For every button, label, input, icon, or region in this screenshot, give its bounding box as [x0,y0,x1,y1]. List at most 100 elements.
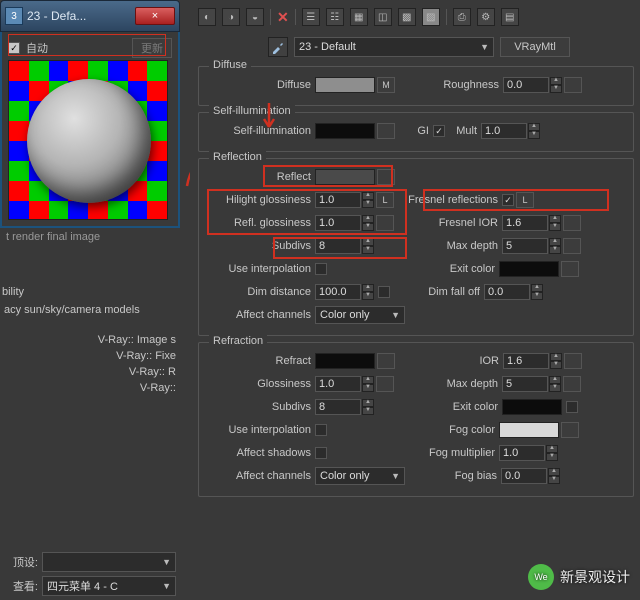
ior-spinner[interactable]: ▲▼ [503,353,562,369]
map-button[interactable] [377,353,395,369]
checker-icon[interactable]: ▨ [422,8,440,26]
map-button[interactable] [561,422,579,438]
use-interp-checkbox[interactable] [315,263,327,275]
window-title: 23 - Defa... [27,9,135,23]
material-preview[interactable] [8,60,168,220]
material-editor-panel: 3 23 - Defa... × ✓ 自动 更新 t render fina [0,0,180,540]
use-interp-label: Use interpolation [207,424,315,436]
glossiness-spinner[interactable]: ▲▼ [315,376,374,392]
list-item[interactable]: V-Ray:: Fixe [0,348,180,364]
window-titlebar[interactable]: 3 23 - Defa... × [0,0,180,32]
list-item[interactable]: V-Ray:: Image s [0,332,180,348]
use-interp-checkbox[interactable] [315,424,327,436]
eyedropper-icon[interactable] [268,37,288,57]
affect-shadows-checkbox[interactable] [315,447,327,459]
dim-falloff-label: Dim fall off [402,286,484,298]
maxdepth-spinner[interactable]: ▲▼ [502,238,561,254]
auto-update-checkbox[interactable]: ✓ [8,42,20,54]
affect-channels-dropdown[interactable]: Color only▼ [315,306,405,324]
map-button[interactable] [377,123,395,139]
selfillum-color[interactable] [315,123,375,139]
mult-label: Mult [445,125,481,137]
tool-icon[interactable]: ▩ [398,8,416,26]
ior-label: IOR [407,355,503,367]
exit-checkbox[interactable] [566,401,578,413]
maxdepth-label: Max depth [406,240,502,252]
view-dropdown[interactable]: 四元菜单 4 - C▼ [42,576,176,596]
subdivs-spinner[interactable]: ▲▼ [315,238,374,254]
refraction-section: Refraction Refract IOR ▲▼ Glossiness ▲▼ … [198,342,634,497]
map-button[interactable] [563,238,581,254]
chevron-down-icon: ▼ [391,310,400,320]
list-item[interactable]: V-Ray:: [0,380,180,396]
gi-checkbox[interactable]: ✓ [433,125,445,137]
chevron-down-icon: ▼ [162,557,171,567]
delete-icon[interactable]: ✕ [277,9,289,26]
subdivs-spinner[interactable]: ▲▼ [315,399,374,415]
reflect-label: Reflect [207,171,315,183]
dim-dist-checkbox[interactable] [378,286,390,298]
roughness-spinner[interactable]: ▲▼ [503,77,562,93]
glossiness-label: Glossiness [207,378,315,390]
refract-color[interactable] [315,353,375,369]
mult-spinner[interactable]: ▲▼ [481,123,540,139]
maxdepth-label: Max depth [406,378,502,390]
diffuse-color[interactable] [315,77,375,93]
preset-dropdown[interactable]: ▼ [42,552,176,572]
rollout-list: bility acy sun/sky/camera models V-Ray::… [0,286,180,396]
roughness-label: Roughness [407,79,503,91]
viewport-controls: 顶设: ▼ 查看: 四元菜单 4 - C▼ [0,548,180,600]
map-button[interactable] [564,77,582,93]
diffuse-section: Diffuse Diffuse M Roughness ▲▼ [198,66,634,106]
fog-color[interactable] [499,422,559,438]
selfillum-section: Self-illumination Self-illumination GI ✓… [198,112,634,152]
material-toolbar: ◐ ◑ ◒ ✕ ☰ ☷ ▦ ◫ ▩ ▨ ⎙ ⚙ ▤ [198,4,634,30]
exit-color[interactable] [499,261,559,277]
lock-button[interactable]: L [516,192,534,208]
dim-dist-spinner[interactable]: ▲▼ [315,284,374,300]
update-button[interactable]: 更新 [132,38,172,58]
map-button[interactable] [563,215,581,231]
exit-color-label: Exit color [406,401,502,413]
map-button[interactable] [563,376,581,392]
fog-bias-spinner[interactable]: ▲▼ [501,468,560,484]
map-button[interactable] [564,353,582,369]
tool-icon[interactable]: ◑ [222,8,240,26]
app-icon: 3 [5,7,23,25]
tool-icon[interactable]: ◫ [374,8,392,26]
chevron-down-icon: ▼ [391,471,400,481]
affect-channels-dropdown[interactable]: Color only▼ [315,467,405,485]
exit-color[interactable] [502,399,562,415]
reflect-color[interactable] [315,169,375,185]
close-button[interactable]: × [135,7,175,25]
map-button[interactable] [376,376,394,392]
tool-icon[interactable]: ☷ [326,8,344,26]
tool-icon[interactable]: ◒ [246,8,264,26]
hilight-gloss-spinner[interactable]: ▲▼ [315,192,374,208]
material-type-button[interactable]: VRayMtl [500,37,570,57]
tool-icon[interactable]: ☰ [302,8,320,26]
dim-falloff-spinner[interactable]: ▲▼ [484,284,543,300]
tool-icon[interactable]: ⎙ [453,8,471,26]
refl-gloss-spinner[interactable]: ▲▼ [315,215,374,231]
map-button[interactable] [561,261,579,277]
map-button[interactable] [377,169,395,185]
fresnel-checkbox[interactable]: ✓ [502,194,514,206]
map-button[interactable] [376,215,394,231]
tool-icon[interactable]: ▦ [350,8,368,26]
fog-mult-spinner[interactable]: ▲▼ [499,445,558,461]
material-name-dropdown[interactable]: 23 - Default▼ [294,37,494,57]
hilight-gloss-label: Hilight glossiness [207,194,315,206]
render-hint: t render final image [0,228,180,246]
fresnel-ior-spinner[interactable]: ▲▼ [502,215,561,231]
tool-icon[interactable]: ◐ [198,8,216,26]
affect-channels-label: Affect channels [207,470,315,482]
maxdepth-spinner[interactable]: ▲▼ [502,376,561,392]
diffuse-map-button[interactable]: M [377,77,395,93]
affect-shadows-label: Affect shadows [207,447,315,459]
tool-icon[interactable]: ⚙ [477,8,495,26]
list-item[interactable]: V-Ray:: R [0,364,180,380]
tool-icon[interactable]: ▤ [501,8,519,26]
lock-button[interactable]: L [376,192,394,208]
preview-sphere [27,79,151,203]
